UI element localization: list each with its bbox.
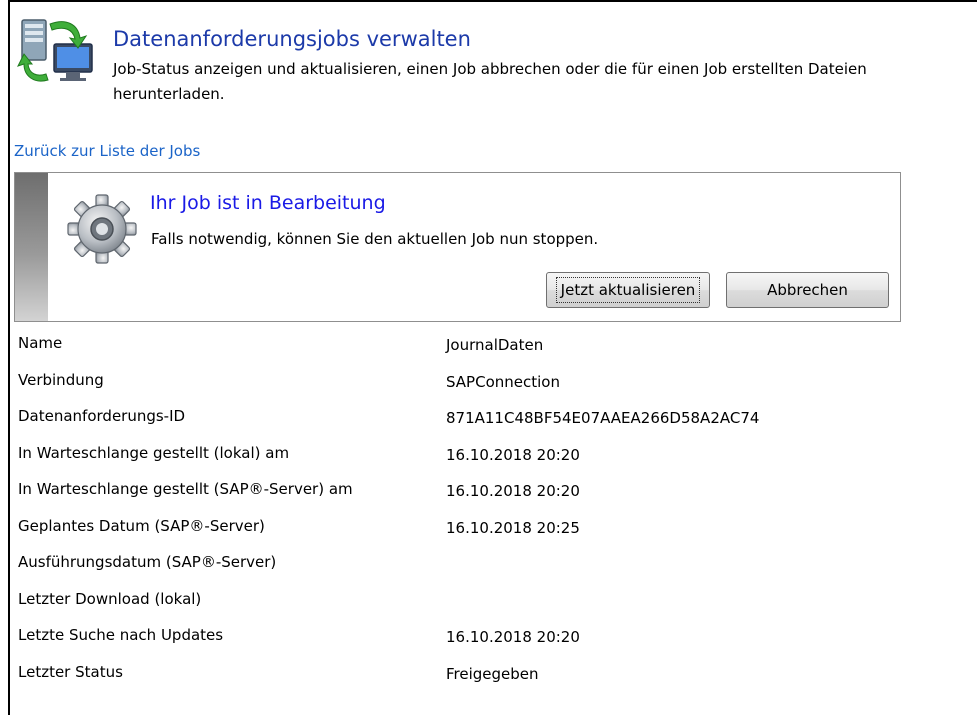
detail-value: Freigegeben	[446, 664, 539, 683]
refresh-now-label: Jetzt aktualisieren	[555, 277, 701, 303]
job-status-panel: Ihr Job ist in Bearbeitung Falls notwend…	[14, 172, 901, 322]
detail-label: In Warteschlange gestellt (SAP®-Server) …	[18, 480, 353, 498]
page-subtitle-line-1: Job-Status anzeigen und aktualisieren, e…	[113, 60, 867, 78]
detail-row-connection: Verbindung SAPConnection	[14, 367, 954, 404]
detail-label: Letzter Status	[18, 662, 123, 681]
detail-label: Geplantes Datum (SAP®-Server)	[18, 516, 265, 535]
status-title: Ihr Job ist in Bearbeitung	[150, 192, 386, 214]
detail-value: JournalDaten	[446, 336, 544, 354]
detail-value: 16.10.2018 20:25	[446, 518, 580, 537]
job-details-list: Name JournalDaten Verbindung SAPConnecti…	[14, 330, 954, 695]
detail-value: 16.10.2018 20:20	[446, 482, 580, 500]
detail-row-last-status: Letzter Status Freigegeben	[14, 659, 954, 696]
cancel-job-button[interactable]: Abbrechen	[726, 272, 889, 308]
refresh-now-button[interactable]: Jetzt aktualisieren	[546, 272, 710, 308]
page-title: Datenanforderungsjobs verwalten	[113, 27, 471, 51]
detail-row-queued-local: In Warteschlange gestellt (lokal) am 16.…	[14, 440, 954, 477]
detail-row-execution-date: Ausführungsdatum (SAP®-Server)	[14, 549, 954, 586]
detail-row-name: Name JournalDaten	[14, 330, 954, 367]
back-to-jobs-link[interactable]: Zurück zur Liste der Jobs	[14, 142, 200, 160]
panel-accent-bar	[15, 173, 48, 321]
detail-label: In Warteschlange gestellt (lokal) am	[18, 443, 290, 462]
detail-value: 16.10.2018 20:20	[446, 628, 580, 646]
server-sync-icon	[14, 14, 98, 88]
detail-row-queued-server: In Warteschlange gestellt (SAP®-Server) …	[14, 476, 954, 513]
detail-row-request-id: Datenanforderungs-ID 871A11C48BF54E07AAE…	[14, 403, 954, 440]
page-subtitle-line-2: herunterladen.	[113, 85, 225, 103]
detail-row-last-update-check: Letzte Suche nach Updates 16.10.2018 20:…	[14, 622, 954, 659]
detail-row-last-download: Letzter Download (lokal)	[14, 586, 954, 623]
detail-row-planned-date: Geplantes Datum (SAP®-Server) 16.10.2018…	[14, 513, 954, 550]
detail-value: 16.10.2018 20:20	[446, 445, 580, 464]
detail-value: 871A11C48BF54E07AAEA266D58A2AC74	[446, 409, 760, 427]
detail-label: Datenanforderungs-ID	[18, 407, 186, 425]
detail-label: Verbindung	[18, 370, 104, 389]
detail-label: Name	[18, 334, 63, 352]
detail-value: SAPConnection	[446, 372, 560, 391]
detail-label: Letzter Download (lokal)	[18, 589, 202, 608]
gear-icon	[63, 190, 141, 268]
detail-label: Ausführungsdatum (SAP®-Server)	[18, 553, 277, 571]
detail-label: Letzte Suche nach Updates	[18, 626, 224, 644]
page-subtitle: Job-Status anzeigen und aktualisieren, e…	[113, 57, 975, 107]
status-message: Falls notwendig, können Sie den aktuelle…	[151, 230, 599, 248]
